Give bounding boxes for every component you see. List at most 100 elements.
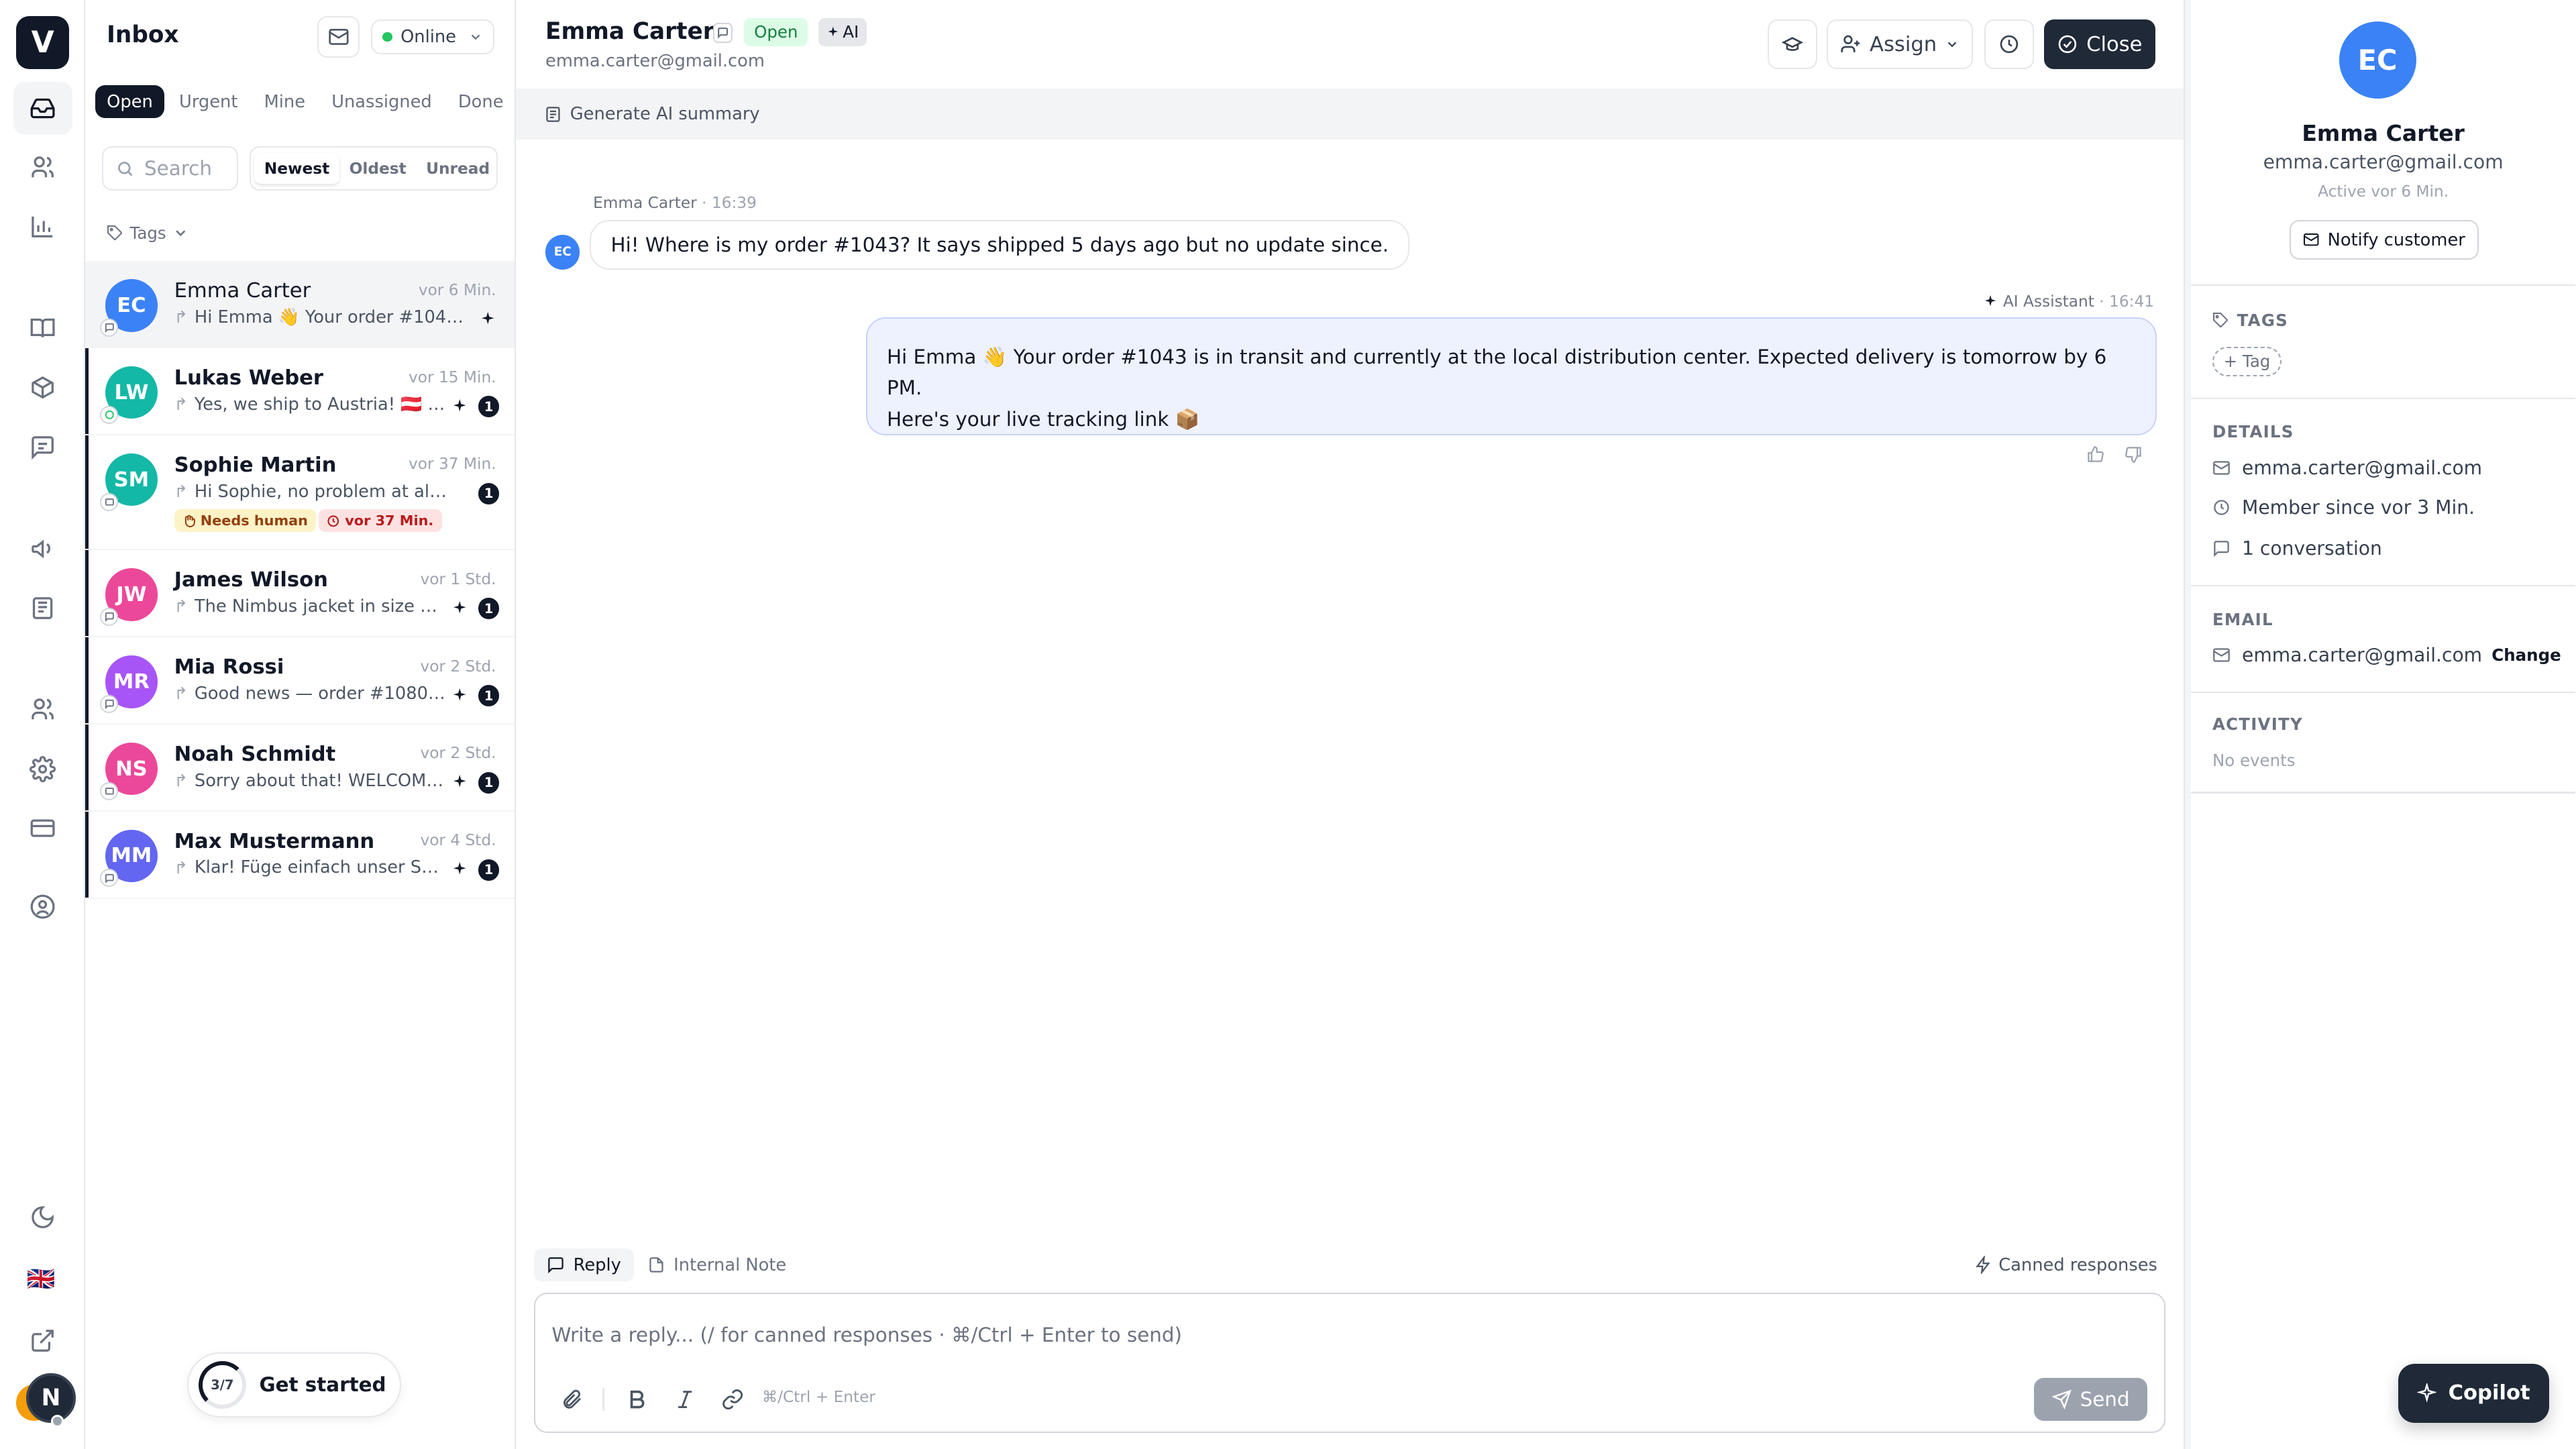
- account-circle-icon[interactable]: [13, 881, 72, 933]
- search-input[interactable]: Search: [101, 146, 239, 191]
- tab-done[interactable]: Done: [447, 85, 515, 118]
- change-email-button[interactable]: Change: [2491, 645, 2561, 665]
- tab-internal-note[interactable]: Internal Note: [634, 1248, 799, 1281]
- section-divider: [2191, 792, 2576, 794]
- tab-mine[interactable]: Mine: [252, 85, 317, 118]
- contact-name: James Wilson: [174, 568, 328, 592]
- search-placeholder: Search: [144, 157, 212, 180]
- reply-input[interactable]: Write a reply... (/ for canned responses…: [551, 1324, 1182, 1346]
- billing-card-icon[interactable]: [13, 802, 72, 854]
- settings-gear-icon[interactable]: [13, 743, 72, 795]
- link-icon[interactable]: [721, 1388, 744, 1411]
- tab-urgent[interactable]: Urgent: [168, 85, 250, 118]
- conversation-item[interactable]: JW James Wilson vor 1 Std. ↱ The Nimbus j…: [85, 550, 515, 638]
- get-started-button[interactable]: 3/7 Get started: [187, 1352, 401, 1418]
- whatsapp-channel-icon: [100, 405, 119, 424]
- search-icon: [118, 161, 133, 176]
- bold-icon[interactable]: [626, 1388, 649, 1411]
- send-button[interactable]: Send: [2034, 1378, 2148, 1421]
- message-avatar: EC: [545, 235, 580, 270]
- conversation-item[interactable]: MR Mia Rossi vor 2 Std. ↱ Good news — ord…: [85, 637, 515, 724]
- compose-button[interactable]: [317, 16, 360, 58]
- message-preview: ↱Yes, we ship to Austria! 🇦🇹 Shipping: [174, 394, 447, 415]
- lightning-icon: [1975, 1256, 1990, 1275]
- reports-newspaper-icon[interactable]: [13, 582, 72, 634]
- conversation-title: Emma Carter: [545, 17, 714, 45]
- notify-customer-button[interactable]: Notify customer: [2290, 220, 2479, 260]
- chat-channel-icon: [100, 319, 119, 337]
- language-flag-icon[interactable]: 🇬🇧: [25, 1266, 58, 1293]
- onboarding-progress: 3/7: [198, 1360, 246, 1409]
- external-link-icon[interactable]: [13, 1314, 72, 1366]
- app-logo[interactable]: V: [16, 16, 69, 69]
- customers-icon[interactable]: [13, 142, 72, 194]
- italic-icon[interactable]: [674, 1388, 696, 1411]
- campaigns-megaphone-icon[interactable]: [13, 523, 72, 575]
- clock-icon: [327, 515, 339, 527]
- attachment-paperclip-icon[interactable]: [560, 1388, 583, 1411]
- conversation-item[interactable]: EC Emma Carter vor 6 Min. ↱ Hi Emma 👋 You…: [85, 261, 515, 349]
- dark-mode-moon-icon[interactable]: [13, 1191, 72, 1244]
- message-preview: ↱Good news — order #1080 has shipped: [174, 683, 447, 704]
- message-preview: ↱Hi Emma 👋 Your order #1043 is in transi…: [174, 307, 474, 327]
- chat-channel-icon: [100, 694, 119, 713]
- tags-filter[interactable]: Tags: [107, 223, 189, 243]
- send-shortcut-hint: ⌘/Ctrl + Enter: [761, 1387, 875, 1406]
- add-tag-button[interactable]: + Tag: [2212, 346, 2282, 376]
- details-email-row: emma.carter@gmail.com: [2212, 457, 2482, 479]
- contact-name: Lukas Weber: [174, 366, 323, 390]
- chat-bubble-icon: [2214, 541, 2229, 557]
- close-conversation-button[interactable]: Close: [2043, 19, 2156, 69]
- reply-arrow-icon: ↱: [174, 482, 189, 502]
- inbox-icon[interactable]: [13, 82, 72, 135]
- activity-empty-text: No events: [2212, 751, 2296, 771]
- sort-oldest[interactable]: Oldest: [339, 153, 416, 184]
- send-icon: [2051, 1389, 2072, 1409]
- conversation-email: emma.carter@gmail.com: [545, 50, 765, 71]
- reply-bubble-icon: [548, 1257, 564, 1274]
- thumbs-down-icon[interactable]: [2125, 445, 2143, 464]
- ai-sparkle-icon: [482, 311, 494, 325]
- thumbs-up-icon[interactable]: [2086, 445, 2104, 464]
- availability-select[interactable]: Online: [371, 19, 495, 54]
- team-icon[interactable]: [13, 684, 72, 736]
- sort-newest[interactable]: Newest: [254, 152, 339, 184]
- analytics-icon[interactable]: [13, 201, 72, 253]
- products-box-icon[interactable]: [13, 362, 72, 414]
- availability-label: Online: [400, 27, 456, 48]
- email-channel-icon: [100, 782, 119, 800]
- sort-unread[interactable]: Unread: [416, 153, 499, 184]
- tab-reply[interactable]: Reply: [533, 1248, 635, 1282]
- conversation-item[interactable]: MM Max Mustermann vor 4 Std. ↱ Klar! Füge…: [85, 811, 515, 899]
- copilot-button[interactable]: Copilot: [2398, 1363, 2549, 1423]
- clock-icon: [2000, 35, 2019, 54]
- section-divider: [2191, 692, 2576, 694]
- canned-responses-button[interactable]: Canned responses: [1974, 1255, 2157, 1275]
- reply-arrow-icon: ↱: [174, 596, 189, 616]
- chat-widget-icon[interactable]: [13, 421, 72, 473]
- tab-unassigned[interactable]: Unassigned: [320, 85, 443, 118]
- tab-open[interactable]: Open: [95, 85, 164, 119]
- snooze-button[interactable]: [1984, 19, 2034, 69]
- user-avatar[interactable]: N: [26, 1373, 76, 1423]
- contact-name: Sophie Martin: [174, 453, 337, 477]
- ai-summary-bar[interactable]: Generate AI summary: [515, 89, 2184, 140]
- message-time: · 16:39: [702, 193, 757, 212]
- contact-name: Noah Schmidt: [174, 742, 336, 766]
- assign-button[interactable]: Assign: [1827, 19, 1974, 69]
- knowledge-book-icon[interactable]: [13, 303, 72, 355]
- sparkle-icon: [2417, 1383, 2437, 1403]
- outgoing-message-bubble: Hi Emma 👋 Your order #1043 is in transit…: [865, 317, 2157, 435]
- conversation-item[interactable]: LW Lukas Weber vor 15 Min. ↱ Yes, we ship…: [85, 348, 515, 435]
- reply-composer[interactable]: Write a reply... (/ for canned responses…: [533, 1293, 2165, 1433]
- contact-last-active: Active vor 6 Min.: [2318, 182, 2449, 201]
- contact-name: Mia Rossi: [174, 655, 284, 680]
- conversation-item[interactable]: NS Noah Schmidt vor 2 Std. ↱ Sorry about …: [85, 724, 515, 812]
- conversation-item[interactable]: SM Sophie Martin vor 37 Min. ↱ Hi Sophie,…: [85, 435, 515, 551]
- training-button[interactable]: [1768, 19, 1817, 69]
- close-label: Close: [2086, 32, 2143, 56]
- unread-count-badge: 1: [478, 598, 500, 620]
- unread-count-badge: 1: [478, 772, 500, 794]
- timestamp: vor 4 Std.: [420, 831, 496, 850]
- details-heading: DETAILS: [2212, 422, 2294, 442]
